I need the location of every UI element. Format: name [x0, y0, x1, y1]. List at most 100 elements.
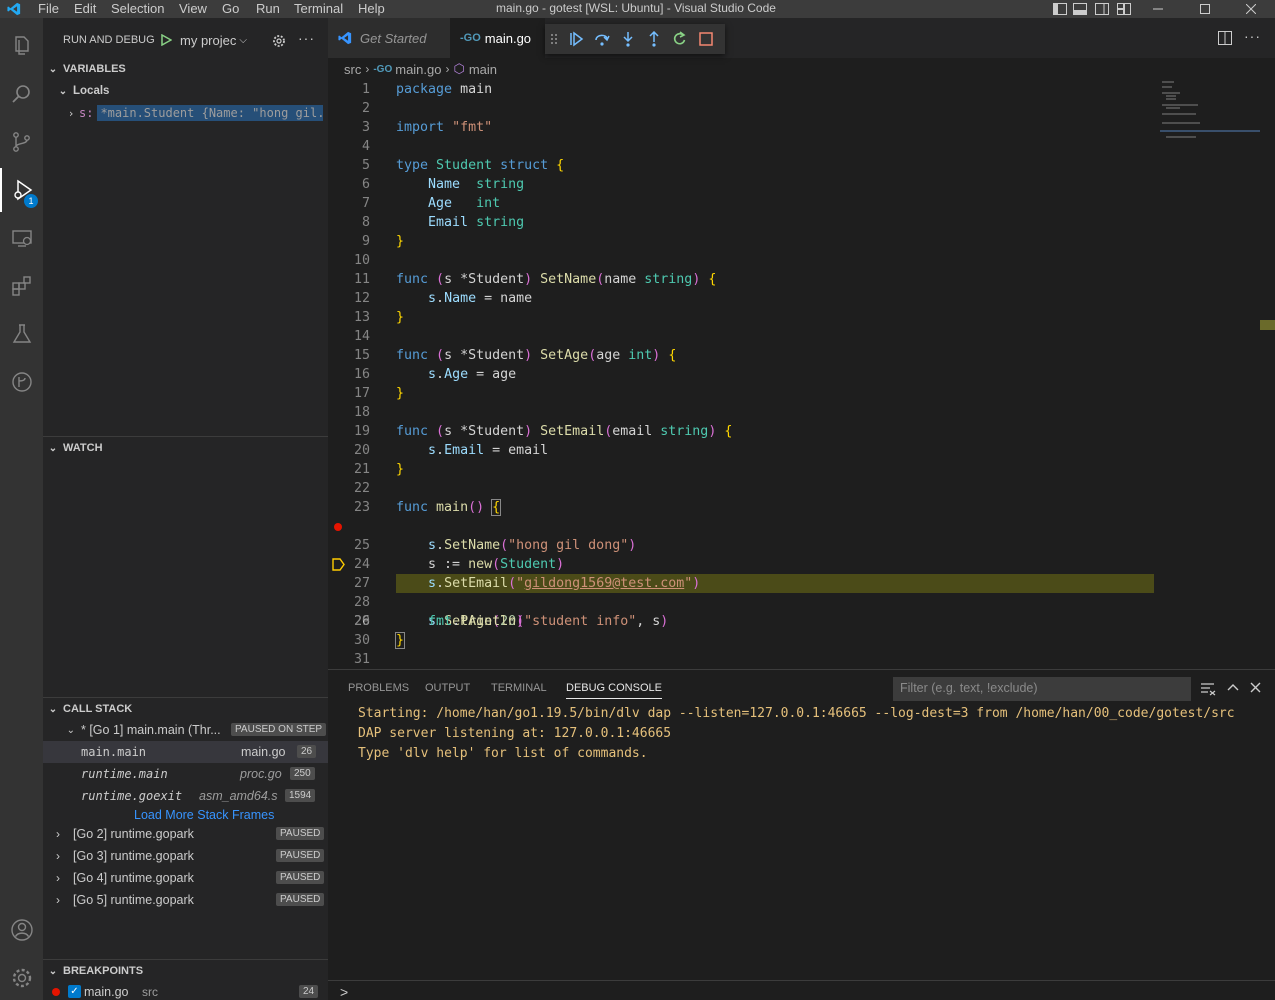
testing-icon[interactable]	[0, 312, 43, 356]
breakpoint-file: main.go	[84, 985, 129, 999]
code-line: 28	[328, 593, 1275, 612]
stack-frame-row[interactable]: runtime.main proc.go 250	[43, 763, 328, 785]
menu-help[interactable]: Help	[358, 1, 385, 16]
close-panel-icon[interactable]	[1250, 682, 1261, 693]
minimap[interactable]	[1160, 80, 1260, 144]
clear-console-icon[interactable]	[1200, 682, 1216, 696]
tab-label: main.go	[484, 30, 532, 46]
menu-file[interactable]: File	[38, 1, 59, 16]
step-over-icon[interactable]	[589, 26, 615, 52]
menu-go[interactable]: Go	[222, 1, 239, 16]
start-debug-icon[interactable]	[160, 34, 172, 46]
goroutine-row[interactable]: › [Go 5] runtime.gopark PAUSED	[43, 889, 328, 911]
code-line: 4	[328, 137, 1275, 156]
launch-config-select[interactable]: my projec ⌵	[156, 28, 261, 52]
code-line: 16 s.Age = age	[328, 365, 1275, 384]
extensions-icon[interactable]	[0, 264, 43, 308]
open-launch-json-gear-icon[interactable]	[272, 34, 286, 48]
tab-output[interactable]: OUTPUT	[425, 682, 470, 694]
remote-explorer-icon[interactable]	[0, 216, 43, 260]
step-out-icon[interactable]	[641, 26, 667, 52]
line-number: 15	[353, 348, 370, 363]
line-number: 29	[353, 614, 370, 629]
menu-run[interactable]: Run	[256, 1, 280, 16]
editor-tabs: Get Started -GO main.go ···	[328, 18, 1275, 58]
more-actions-icon[interactable]: ···	[298, 30, 315, 46]
line-number: 28	[353, 595, 370, 610]
menu-edit[interactable]: Edit	[74, 1, 96, 16]
code-line: 31	[328, 650, 1275, 669]
goroutine-label: [Go 4] runtime.gopark	[73, 871, 194, 885]
stack-frame-row[interactable]: main.main main.go 26	[43, 741, 328, 763]
customize-layout-icon[interactable]	[1110, 0, 1138, 18]
goroutine-label: [Go 3] runtime.gopark	[73, 849, 194, 863]
split-editor-icon[interactable]	[1218, 31, 1232, 45]
source-control-icon[interactable]	[0, 120, 43, 164]
maximize-panel-chevron-up-icon[interactable]	[1227, 682, 1239, 694]
breakpoint-dot-icon[interactable]	[334, 523, 342, 531]
frame-name: runtime.main	[81, 767, 168, 781]
step-into-icon[interactable]	[615, 26, 641, 52]
frame-line-badge: 250	[290, 767, 315, 780]
thread-row[interactable]: ⌄ * [Go 1] main.main (Thr... PAUSED ON S…	[43, 719, 328, 741]
maximize-icon[interactable]	[1191, 0, 1219, 18]
close-window-icon[interactable]	[1237, 0, 1265, 18]
run-and-debug-icon[interactable]: 1	[0, 168, 43, 212]
line-number: 5	[361, 158, 370, 173]
breakpoints-section-header[interactable]: ⌄ BREAKPOINTS	[43, 960, 328, 982]
minimize-icon[interactable]	[1144, 0, 1172, 18]
goroutine-row[interactable]: › [Go 2] runtime.gopark PAUSED	[43, 823, 328, 845]
tab-get-started[interactable]: Get Started	[328, 18, 450, 58]
goroutine-label: [Go 2] runtime.gopark	[73, 827, 194, 841]
variables-section-header[interactable]: ⌄ VARIABLES	[43, 58, 328, 80]
continue-icon[interactable]	[563, 26, 589, 52]
chevron-right-icon: ›	[56, 871, 60, 885]
code-line: 29 fmt.Println("student info", s)	[328, 612, 1275, 631]
manage-gear-icon[interactable]	[0, 956, 43, 1000]
breakpoint-checkbox[interactable]: ✓	[68, 985, 81, 998]
explorer-icon[interactable]	[0, 24, 43, 68]
frame-name: runtime.goexit	[81, 789, 183, 803]
menu-selection[interactable]: Selection	[111, 1, 164, 16]
variable-row-s[interactable]: › s: *main.Student {Name: "hong gil...	[63, 102, 328, 124]
breadcrumb-symbol[interactable]: main	[469, 62, 497, 77]
code-line: 18	[328, 403, 1275, 422]
breakpoint-item[interactable]: ✓ main.go src 24	[43, 981, 328, 1000]
frame-file: asm_amd64.s	[199, 789, 278, 803]
line-number: 13	[353, 310, 370, 325]
frame-line-badge: 1594	[285, 789, 316, 802]
line-number: 2	[361, 101, 370, 116]
console-line: Type 'dlv help' for list of commands.	[358, 746, 648, 761]
more-actions-icon[interactable]: ···	[1244, 28, 1261, 44]
goroutine-row[interactable]: › [Go 3] runtime.gopark PAUSED	[43, 845, 328, 867]
call-stack-section-header[interactable]: ⌄ CALL STACK	[43, 698, 328, 720]
code-editor[interactable]: 1 package main 2 3 import "fmt" 4 5 type St…	[328, 80, 1275, 668]
drag-handle-icon[interactable]	[545, 26, 563, 52]
chevron-down-icon: ⌄	[58, 85, 68, 97]
chevron-right-icon: ›	[67, 106, 75, 120]
tab-debug-console[interactable]: DEBUG CONSOLE	[566, 682, 662, 699]
tab-problems[interactable]: PROBLEMS	[348, 682, 409, 694]
menu-view[interactable]: View	[179, 1, 207, 16]
accounts-icon[interactable]	[0, 908, 43, 952]
code-line: 5 type Student struct {	[328, 156, 1275, 175]
search-icon[interactable]	[0, 72, 43, 116]
goroutine-row[interactable]: › [Go 4] runtime.gopark PAUSED	[43, 867, 328, 889]
watch-section-header[interactable]: ⌄ WATCH	[43, 437, 328, 459]
chevron-down-icon: ⌄	[48, 63, 58, 75]
menu-terminal[interactable]: Terminal	[294, 1, 343, 16]
tab-terminal[interactable]: TERMINAL	[491, 682, 547, 694]
locals-scope[interactable]: ⌄ Locals	[53, 80, 328, 102]
console-filter-input[interactable]: Filter (e.g. text, !exclude)	[893, 677, 1191, 701]
tab-main-go[interactable]: -GO main.go	[450, 18, 545, 58]
chevron-right-icon: ›	[365, 62, 370, 76]
console-prompt[interactable]: >	[340, 984, 348, 1000]
breadcrumb-folder[interactable]: src	[344, 62, 361, 77]
stop-icon[interactable]	[693, 26, 719, 52]
restart-icon[interactable]	[667, 26, 693, 52]
code-line: 12 s.Name = name	[328, 289, 1275, 308]
breadcrumb-file[interactable]: main.go	[395, 62, 441, 77]
code-line: 17}	[328, 384, 1275, 403]
go-file-icon: -GO	[460, 32, 481, 44]
git-graph-icon[interactable]	[0, 360, 43, 404]
